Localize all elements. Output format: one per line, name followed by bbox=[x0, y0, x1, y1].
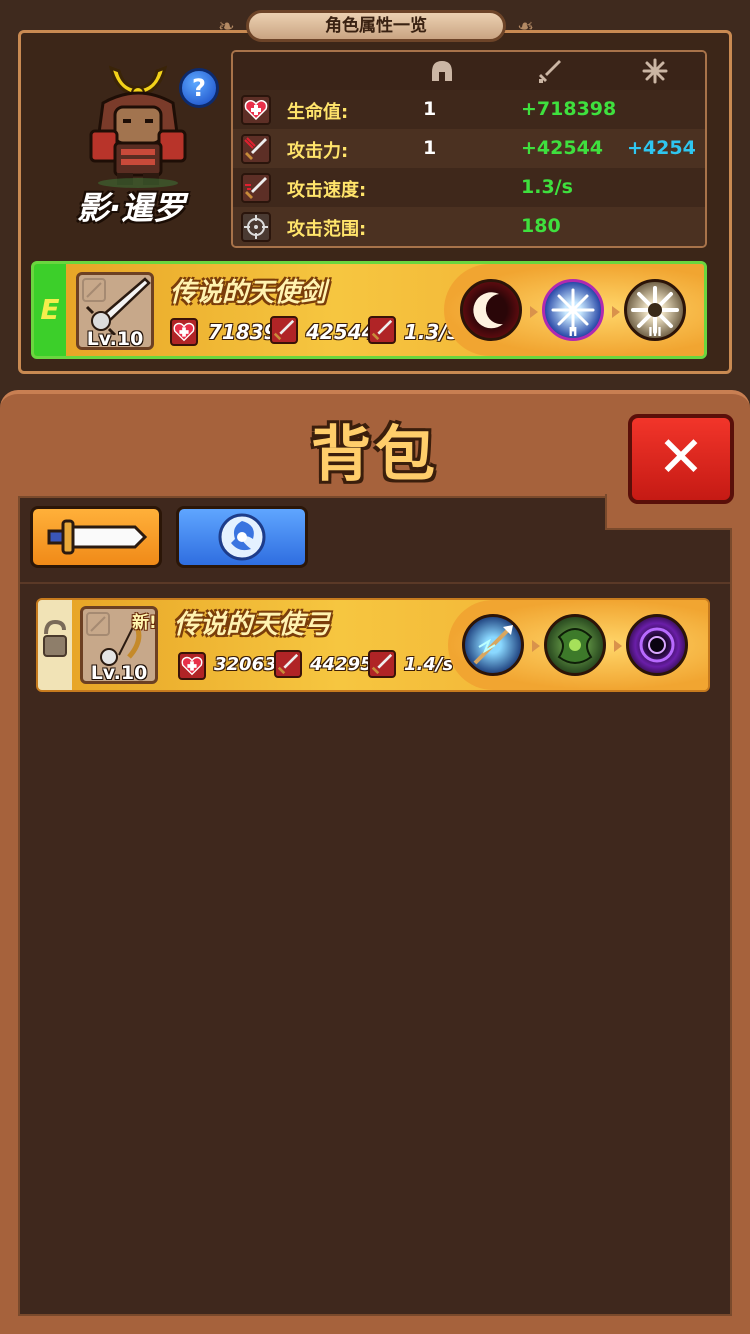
item-level: Lv.10 bbox=[86, 328, 144, 350]
ribbon-left-ornament: ❧ bbox=[218, 14, 235, 38]
equipped-tag: E bbox=[34, 264, 66, 356]
skill-rank: III bbox=[648, 325, 661, 338]
weapon-tab[interactable] bbox=[30, 506, 162, 568]
ribbon-right-ornament: ❧ bbox=[517, 14, 534, 38]
arrow-icon bbox=[530, 306, 538, 318]
item-level: Lv.10 bbox=[90, 662, 148, 684]
crosshair-icon bbox=[241, 212, 271, 242]
stat-row-hp: 生命值: 1 +718398 bbox=[233, 90, 705, 129]
stat-label: 生命值: bbox=[287, 102, 349, 123]
helmet-icon bbox=[429, 58, 455, 84]
heart-icon bbox=[170, 318, 198, 346]
help-button[interactable]: ? bbox=[179, 68, 219, 108]
stat-equip: 180 bbox=[521, 215, 561, 237]
stat-label: 攻击范围: bbox=[287, 219, 367, 240]
arrow-icon bbox=[614, 640, 622, 652]
spike-burst-skill-icon[interactable]: III bbox=[624, 279, 686, 341]
equipped-weapon-name: 传说的天使剑 bbox=[170, 278, 327, 308]
crescent-moon-skill-icon[interactable] bbox=[460, 279, 522, 341]
stat-bonus: +4254 bbox=[627, 137, 696, 159]
bag-item-name: 传说的天使弓 bbox=[174, 610, 331, 640]
lightning-arrow-skill-icon[interactable] bbox=[462, 614, 524, 676]
stats-table: 生命值: 1 +718398 攻击力: 1 +42544 +4254 攻击速度:… bbox=[231, 50, 707, 248]
sparkle-icon bbox=[642, 58, 668, 84]
sword-icon bbox=[537, 58, 563, 84]
lock-tag bbox=[38, 600, 72, 690]
new-badge: 新! bbox=[132, 613, 157, 633]
equipped-hp: 71839 bbox=[208, 320, 278, 344]
close-button[interactable]: ✕ bbox=[628, 414, 734, 504]
stat-equip: 1.3/s bbox=[521, 176, 573, 198]
attack-speed-icon bbox=[368, 316, 396, 344]
stats-header bbox=[233, 52, 705, 90]
stat-label: 攻击速度: bbox=[287, 180, 367, 201]
equipped-weapon-icon: Lv.10 bbox=[76, 272, 154, 350]
stat-equip: +718398 bbox=[521, 98, 617, 120]
stat-row-attack: 攻击力: 1 +42544 +4254 bbox=[233, 129, 705, 168]
bag-item-atk: 44295 bbox=[310, 654, 373, 675]
sword-attack-icon bbox=[241, 134, 271, 164]
ice-star-skill-icon[interactable]: II bbox=[542, 279, 604, 341]
stat-row-range: 攻击范围: 180 bbox=[233, 207, 705, 246]
arrow-icon bbox=[532, 640, 540, 652]
bag-panel: 背包 ✕ Lv.10 新! 传说的天使弓 320636 44295 1.4/s bbox=[0, 390, 750, 1334]
equipped-weapon-card[interactable]: E Lv.10 传说的天使剑 71839 42544 1.3/s II III bbox=[31, 261, 707, 359]
equipped-skill-strip: II III bbox=[444, 264, 704, 356]
stat-equip: +42544 bbox=[521, 137, 604, 159]
equipped-atk: 42544 bbox=[306, 320, 376, 344]
panel-title: 角色属性一览 bbox=[246, 10, 506, 42]
stat-base: 1 bbox=[423, 137, 437, 159]
bag-item[interactable]: Lv.10 新! 传说的天使弓 320636 44295 1.4/s bbox=[36, 598, 710, 692]
skill-tab[interactable] bbox=[176, 506, 308, 568]
character-stats-panel: ? 影·暹罗 生命值: 1 +718398 攻击力: 1 +42544 +425… bbox=[18, 30, 732, 374]
arrow-icon bbox=[612, 306, 620, 318]
attack-speed-icon bbox=[368, 650, 396, 678]
heart-icon bbox=[178, 652, 206, 680]
poison-claw-skill-icon[interactable] bbox=[544, 614, 606, 676]
tab-divider bbox=[20, 582, 730, 584]
bag-item-speed: 1.4/s bbox=[404, 654, 454, 675]
stat-row-speed: 攻击速度: 1.3/s bbox=[233, 168, 705, 207]
bag-item-skill-strip bbox=[448, 600, 708, 690]
hero-name: 影·暹罗 bbox=[76, 189, 186, 227]
unlock-icon bbox=[43, 619, 67, 657]
sword-attack-icon bbox=[274, 650, 302, 678]
stat-label: 攻击力: bbox=[287, 141, 349, 162]
void-vortex-skill-icon[interactable] bbox=[626, 614, 688, 676]
attack-speed-icon bbox=[241, 173, 271, 203]
skill-rank: II bbox=[569, 325, 578, 338]
stat-base: 1 bbox=[423, 98, 437, 120]
heart-icon bbox=[241, 95, 271, 125]
sword-attack-icon bbox=[270, 316, 298, 344]
